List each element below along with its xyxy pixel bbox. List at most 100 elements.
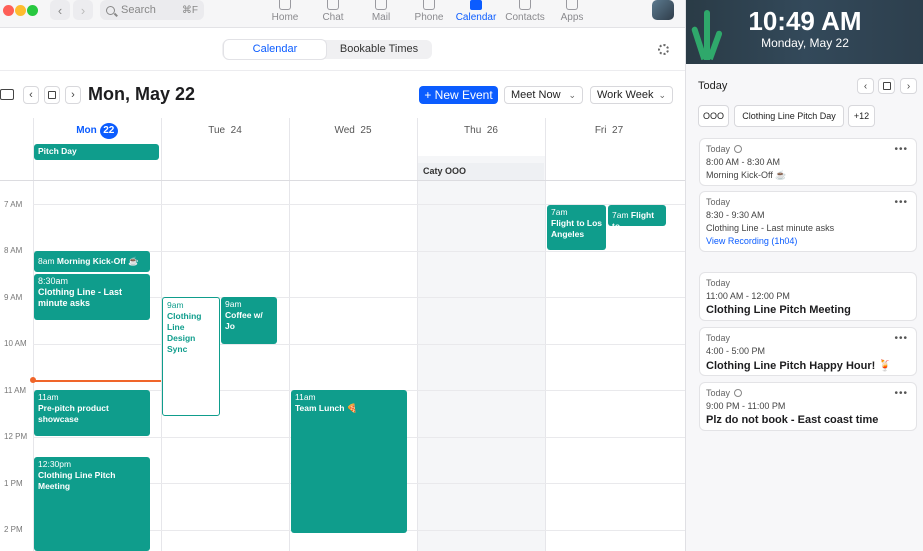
back-button[interactable]: ‹	[50, 0, 70, 20]
day-divider	[417, 118, 418, 551]
tab-label: Apps	[560, 12, 584, 23]
tab-calendar[interactable]: Calendar	[448, 0, 504, 23]
chip-pitch-day[interactable]: Clothing Line Pitch Day	[734, 105, 844, 127]
chip-more[interactable]: +12	[848, 105, 875, 127]
zoom-window-button[interactable]	[27, 5, 38, 16]
gear-icon[interactable]	[658, 44, 669, 55]
card-title: Morning Kick-Off ☕	[706, 170, 787, 180]
hour-label: 1 PM	[4, 479, 23, 488]
tab-calendar-view[interactable]: Calendar	[224, 40, 326, 59]
minimize-window-button[interactable]	[15, 5, 26, 16]
event-flight-la[interactable]: 7am Flight to Los Angeles	[547, 205, 606, 250]
divider	[0, 70, 685, 71]
event-coffee-jo[interactable]: 9am Coffee w/ Jo	[221, 297, 277, 344]
calendar-grid: Mon 22 Tue 24 Wed 25 Thu 26 Fri 27 Pitch …	[0, 118, 685, 551]
new-event-button[interactable]: + New Event	[419, 86, 498, 104]
calendar-icon	[470, 0, 482, 10]
event-time: 7am	[612, 210, 629, 220]
tab-label: Home	[271, 12, 299, 23]
agenda-card-do-not-book[interactable]: Today 9:00 PM - 11:00 PM Plz do not book…	[699, 382, 917, 431]
home-icon	[279, 0, 291, 10]
current-time-line	[33, 380, 161, 382]
search-shortcut: ⌘F	[181, 4, 198, 16]
recurring-icon	[734, 389, 743, 397]
hour-label: 8 AM	[4, 246, 23, 255]
event-pre-pitch-showcase[interactable]: 11am Pre-pitch product showcase	[34, 390, 150, 436]
tab-label: Phone	[414, 12, 444, 23]
event-flight-to[interactable]: 7am Flight to	[608, 205, 666, 226]
event-design-sync[interactable]: 9am Clothing Line Design Sync	[162, 297, 220, 416]
prev-week-button[interactable]: ‹	[23, 86, 39, 104]
event-morning-kickoff[interactable]: 8am Morning Kick-Off ☕	[34, 251, 150, 272]
day-header-mon[interactable]: Mon 22	[33, 123, 161, 139]
avatar[interactable]	[652, 0, 674, 20]
sidebar-heading: Today	[698, 80, 728, 92]
event-pitch-meeting[interactable]: 12:30pm Clothing Line Pitch Meeting	[34, 457, 150, 551]
calendar-icon	[882, 82, 891, 90]
lock-date: Monday, May 22	[761, 36, 849, 50]
card-title: Clothing Line - Last minute asks	[706, 223, 835, 233]
more-options-icon[interactable]: •••	[894, 388, 908, 399]
event-title: Flight to Los Angeles	[551, 218, 602, 239]
tab-apps[interactable]: Apps	[544, 0, 600, 23]
day-divider	[545, 118, 546, 551]
meet-now-button[interactable]: Meet Now ⌄	[504, 86, 583, 104]
title-bar: ‹ › Search ⌘F Home Chat Mail Phone Calen…	[0, 0, 685, 28]
chip-ooo[interactable]: OOO	[698, 105, 729, 127]
view-dropdown[interactable]: Work Week ⌄	[590, 86, 673, 104]
mail-icon	[375, 0, 387, 10]
forward-button[interactable]: ›	[73, 0, 93, 20]
hour-line	[33, 344, 685, 345]
event-title: Team Lunch 🍕	[295, 403, 358, 413]
allday-event-caty-ooo[interactable]: Caty OOO	[418, 163, 544, 180]
meet-now-label: Meet Now	[511, 89, 561, 101]
day-header-fri[interactable]: Fri 27	[545, 125, 673, 136]
hour-label: 7 AM	[4, 200, 23, 209]
event-clothing-last-minute[interactable]: 8:30am Clothing Line - Last minute asks	[34, 274, 150, 320]
next-week-button[interactable]: ›	[65, 86, 81, 104]
day-header-tue[interactable]: Tue 24	[161, 125, 289, 136]
card-day: Today	[706, 333, 731, 343]
calendar-picker-button[interactable]	[878, 78, 895, 94]
contacts-icon	[519, 0, 531, 10]
hour-label: 10 AM	[4, 339, 27, 348]
day-header-wed[interactable]: Wed 25	[289, 125, 417, 136]
tab-bookable-times[interactable]: Bookable Times	[328, 40, 430, 59]
card-title: Clothing Line Pitch Meeting	[706, 304, 851, 316]
day-header-thu[interactable]: Thu 26	[417, 125, 545, 136]
more-options-icon[interactable]: •••	[894, 197, 908, 208]
card-time: 8:30 - 9:30 AM	[706, 210, 765, 220]
hour-label: 9 AM	[4, 293, 23, 302]
tab-label: Mail	[371, 12, 391, 23]
card-day: Today	[706, 197, 731, 207]
agenda-card-clothing-asks[interactable]: Today 8:30 - 9:30 AM Clothing Line - Las…	[699, 191, 917, 252]
chat-icon	[327, 0, 339, 10]
day-name: Mon	[76, 125, 97, 136]
thu-shade	[418, 156, 545, 551]
more-options-icon[interactable]: •••	[894, 144, 908, 155]
next-day-button[interactable]: ›	[900, 78, 917, 94]
card-time: 4:00 - 5:00 PM	[706, 346, 766, 356]
card-day: Today	[706, 144, 731, 154]
search-box[interactable]: Search ⌘F	[100, 0, 204, 20]
event-team-lunch[interactable]: 11am Team Lunch 🍕	[291, 390, 407, 533]
event-time: 11am	[295, 392, 316, 402]
agenda-card-happy-hour[interactable]: Today 4:00 - 5:00 PM Clothing Line Pitch…	[699, 327, 917, 376]
prev-day-button[interactable]: ‹	[857, 78, 874, 94]
agenda-card-kickoff[interactable]: Today 8:00 AM - 8:30 AM Morning Kick-Off…	[699, 138, 917, 186]
event-title: Clothing Line Pitch Meeting	[38, 470, 116, 491]
close-window-button[interactable]	[3, 5, 14, 16]
agenda-card-pitch-meeting[interactable]: Today 11:00 AM - 12:00 PM Clothing Line …	[699, 272, 917, 321]
card-day: Today	[706, 388, 731, 398]
sidebar-toggle-button[interactable]	[0, 89, 14, 100]
phone-icon	[423, 0, 435, 10]
more-options-icon[interactable]: •••	[894, 333, 908, 344]
event-time: 11am	[38, 392, 59, 402]
card-title: Clothing Line Pitch Happy Hour! 🍹	[706, 360, 893, 372]
hour-label: 12 PM	[4, 432, 28, 441]
allday-event-pitch-day[interactable]: Pitch Day	[34, 144, 159, 160]
calendar-picker-button[interactable]	[44, 86, 60, 104]
view-recording-link[interactable]: View Recording (1h04)	[706, 236, 910, 246]
chevron-down-icon[interactable]: ⌄	[568, 90, 576, 101]
recurring-icon	[734, 145, 743, 153]
